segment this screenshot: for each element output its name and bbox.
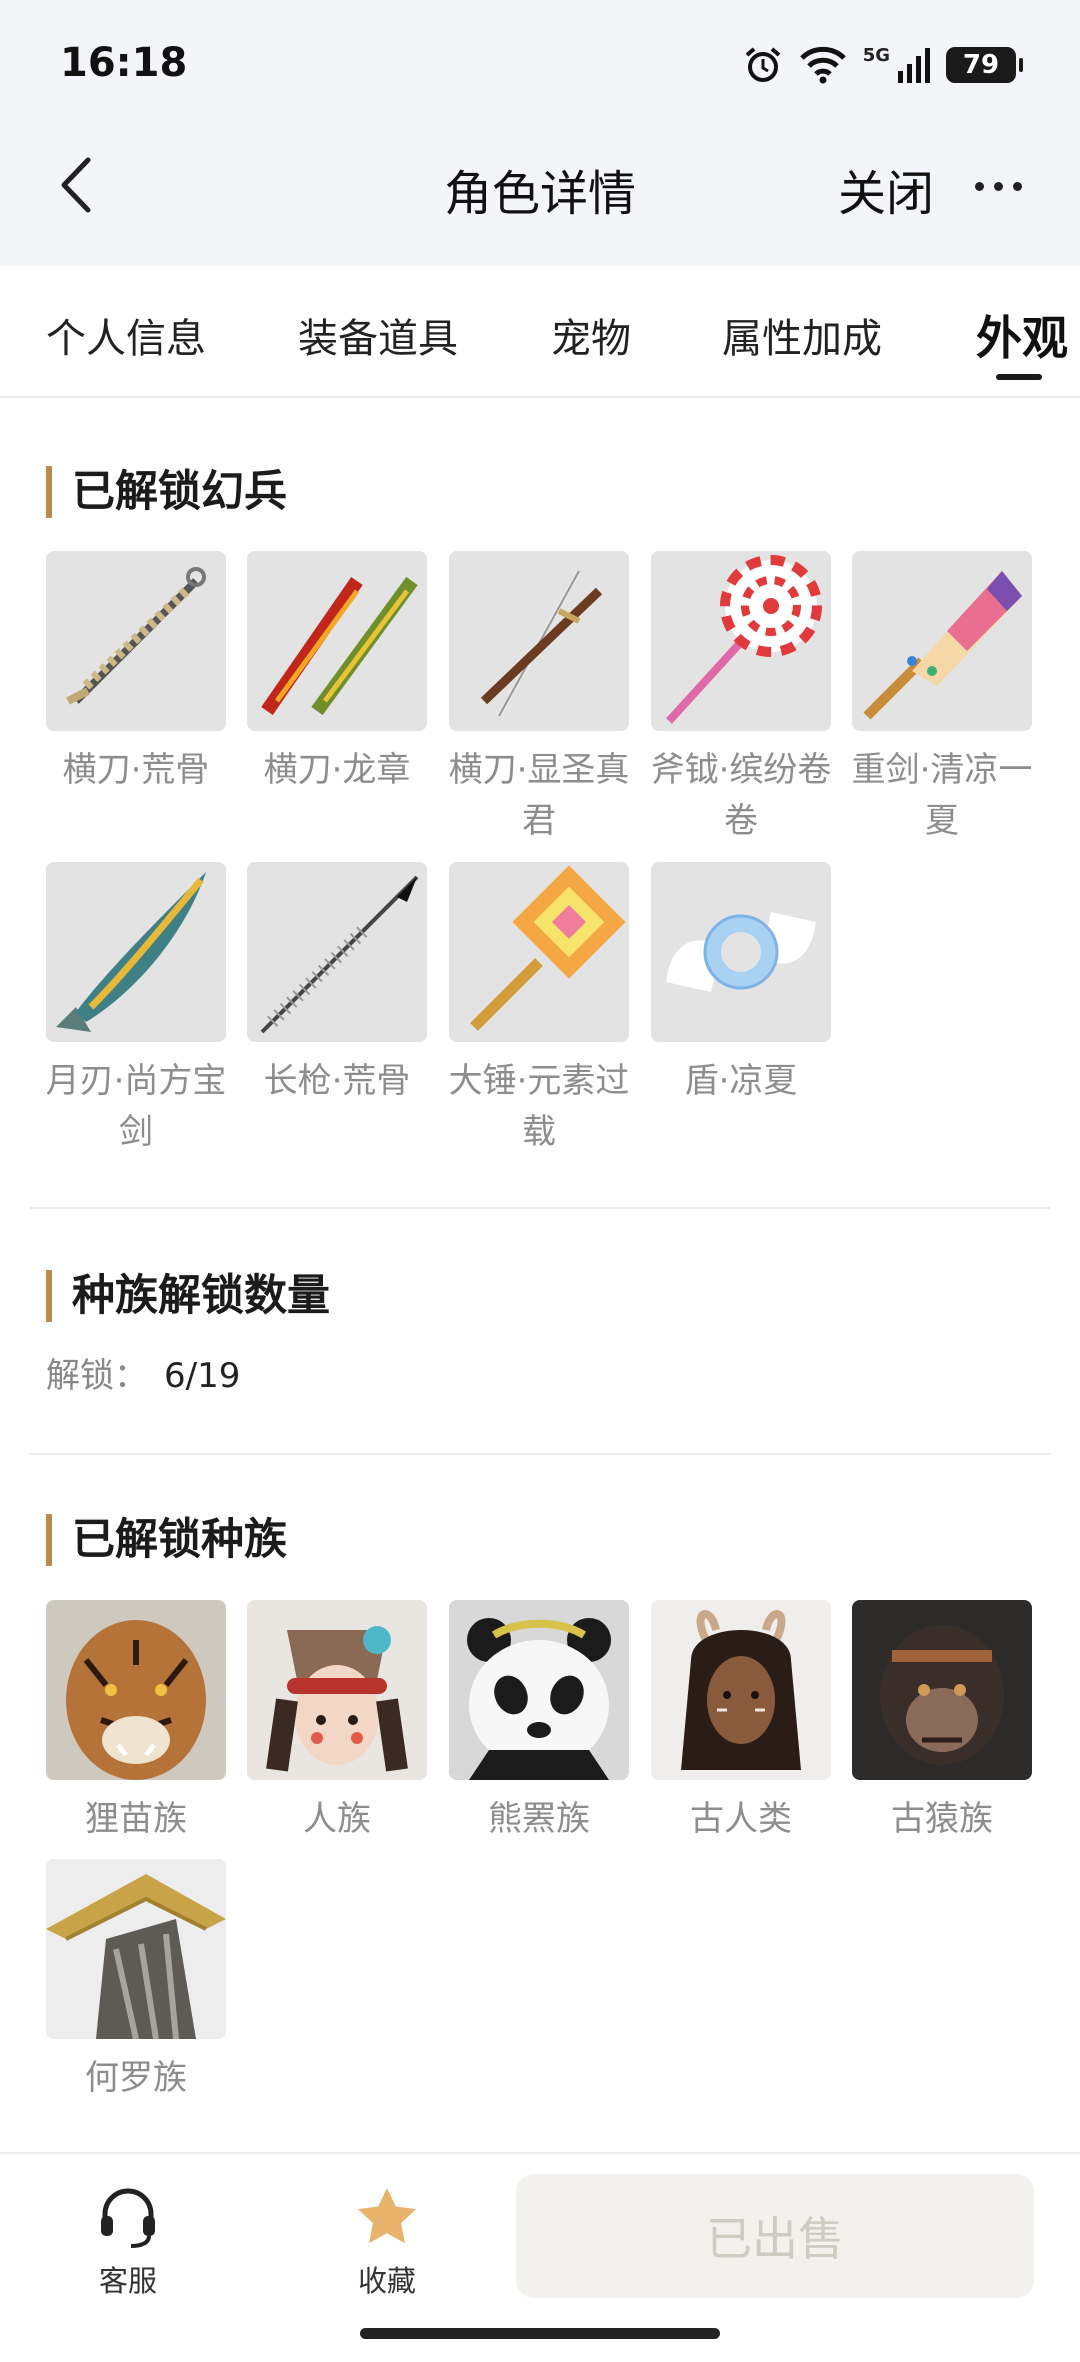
lollipop-axe-icon — [651, 551, 831, 731]
bone-sword-icon — [46, 551, 226, 731]
race-caption: 狸苗族 — [85, 1799, 187, 1839]
more-button[interactable] — [975, 176, 1035, 196]
customer-service-label: 客服 — [98, 2264, 157, 2298]
weapon-caption: 斧钺·缤纷卷卷 — [650, 750, 832, 841]
tribal-girl-portrait-icon — [651, 1600, 831, 1780]
weapon-item[interactable]: 长枪·荒骨 — [247, 862, 427, 1107]
battery-indicator: 79 — [946, 47, 1023, 83]
tab-bar: 个人信息 装备道具 宠物 属性加成 外观 — [0, 266, 1080, 398]
weapon-item[interactable]: 大锤·元素过载 — [449, 862, 629, 1158]
back-button[interactable] — [48, 150, 112, 220]
tiger-portrait-icon — [46, 1600, 226, 1780]
weapon-caption: 盾·凉夏 — [684, 1061, 798, 1101]
candy-shield-icon — [651, 862, 831, 1042]
weapon-item[interactable]: 月刃·尚方宝剑 — [46, 862, 226, 1158]
pixel-hammer-icon — [449, 862, 629, 1042]
app-header: 16:18 5G 79 角色详情 关闭 — [0, 0, 1080, 266]
weapon-item[interactable]: 横刀·荒骨 — [46, 551, 226, 796]
tab-personal-info[interactable]: 个人信息 — [46, 306, 206, 364]
more-dot — [975, 181, 984, 191]
race-unlock-label: 解锁： — [46, 1356, 148, 1396]
weapon-item[interactable]: 重剑·清凉一夏 — [852, 551, 1032, 847]
tab-pets[interactable]: 宠物 — [551, 306, 631, 364]
favorite-button[interactable]: 收藏 — [327, 2184, 447, 2300]
race-caption: 人族 — [303, 1799, 371, 1839]
race-unlock-count: 解锁： 6/19 — [46, 1348, 240, 1397]
alarm-icon — [745, 47, 780, 82]
sold-button[interactable]: 已出售 — [516, 2174, 1034, 2298]
weapon-caption: 横刀·龙章 — [263, 750, 411, 790]
weapon-item[interactable]: 横刀·龙章 — [247, 551, 427, 796]
status-time: 16:18 — [60, 40, 188, 86]
home-indicator[interactable] — [360, 2328, 720, 2339]
signal-icon — [898, 48, 930, 83]
active-tab-indicator — [996, 374, 1042, 380]
race-count-section-title: 种族解锁数量 — [46, 1270, 330, 1322]
weapon-caption: 重剑·清凉一夏 — [851, 750, 1033, 841]
wifi-icon — [799, 46, 846, 84]
tab-appearance[interactable]: 外观 — [976, 302, 1068, 368]
battery-level: 79 — [962, 50, 1000, 80]
fish-blade-icon — [46, 862, 226, 1042]
nav-bar: 角色详情 关闭 — [0, 130, 1080, 240]
race-item[interactable]: 何罗族 — [46, 1859, 226, 2104]
weapon-item[interactable]: 横刀·显圣真君 — [449, 551, 629, 847]
tab-equipment[interactable]: 装备道具 — [298, 306, 458, 364]
section-divider — [30, 1207, 1050, 1209]
close-button[interactable]: 关闭 — [838, 154, 934, 224]
panda-portrait-icon — [449, 1600, 629, 1780]
race-caption: 古人类 — [690, 1799, 792, 1839]
weapon-item[interactable]: 斧钺·缤纷卷卷 — [651, 551, 831, 847]
customer-service-button[interactable]: 客服 — [68, 2184, 188, 2300]
status-icons: 5G 79 — [743, 40, 1023, 90]
more-dot — [994, 181, 1003, 191]
weapon-caption: 横刀·荒骨 — [62, 750, 210, 790]
twin-blade-icon — [449, 551, 629, 731]
network-type: 5G — [862, 44, 890, 66]
race-item[interactable]: 古猿族 — [852, 1600, 1032, 1845]
weapon-caption: 长枪·荒骨 — [263, 1061, 411, 1101]
weapon-caption: 月刃·尚方宝剑 — [45, 1061, 227, 1152]
race-unlock-value: 6/19 — [164, 1356, 241, 1396]
section-divider — [30, 1453, 1050, 1455]
races-section-title: 已解锁种族 — [46, 1514, 287, 1566]
weapon-item[interactable]: 盾·凉夏 — [651, 862, 831, 1107]
bone-spear-icon — [247, 862, 427, 1042]
more-dot — [1013, 181, 1022, 191]
weapons-section-title: 已解锁幻兵 — [46, 466, 287, 518]
star-icon — [358, 2188, 416, 2244]
popsicle-sword-icon — [852, 551, 1032, 731]
weapon-caption: 大锤·元素过载 — [448, 1061, 630, 1152]
flame-sword-icon — [247, 551, 427, 731]
race-item[interactable]: 熊罴族 — [449, 1600, 629, 1845]
race-item[interactable]: 古人类 — [651, 1600, 831, 1845]
race-item[interactable]: 狸苗族 — [46, 1600, 226, 1845]
race-caption: 古猿族 — [891, 1799, 993, 1839]
human-girl-portrait-icon — [247, 1600, 427, 1780]
race-caption: 何罗族 — [85, 2058, 187, 2098]
race-item[interactable]: 人族 — [247, 1600, 427, 1845]
chevron-left-icon — [61, 157, 91, 213]
favorite-label: 收藏 — [357, 2264, 416, 2298]
weapon-caption: 横刀·显圣真君 — [448, 750, 630, 841]
tab-attributes[interactable]: 属性加成 — [722, 306, 882, 364]
straw-hat-figure-icon — [46, 1859, 226, 2039]
ape-portrait-icon — [852, 1600, 1032, 1780]
race-caption: 熊罴族 — [488, 1799, 590, 1839]
headset-icon — [101, 2188, 155, 2248]
